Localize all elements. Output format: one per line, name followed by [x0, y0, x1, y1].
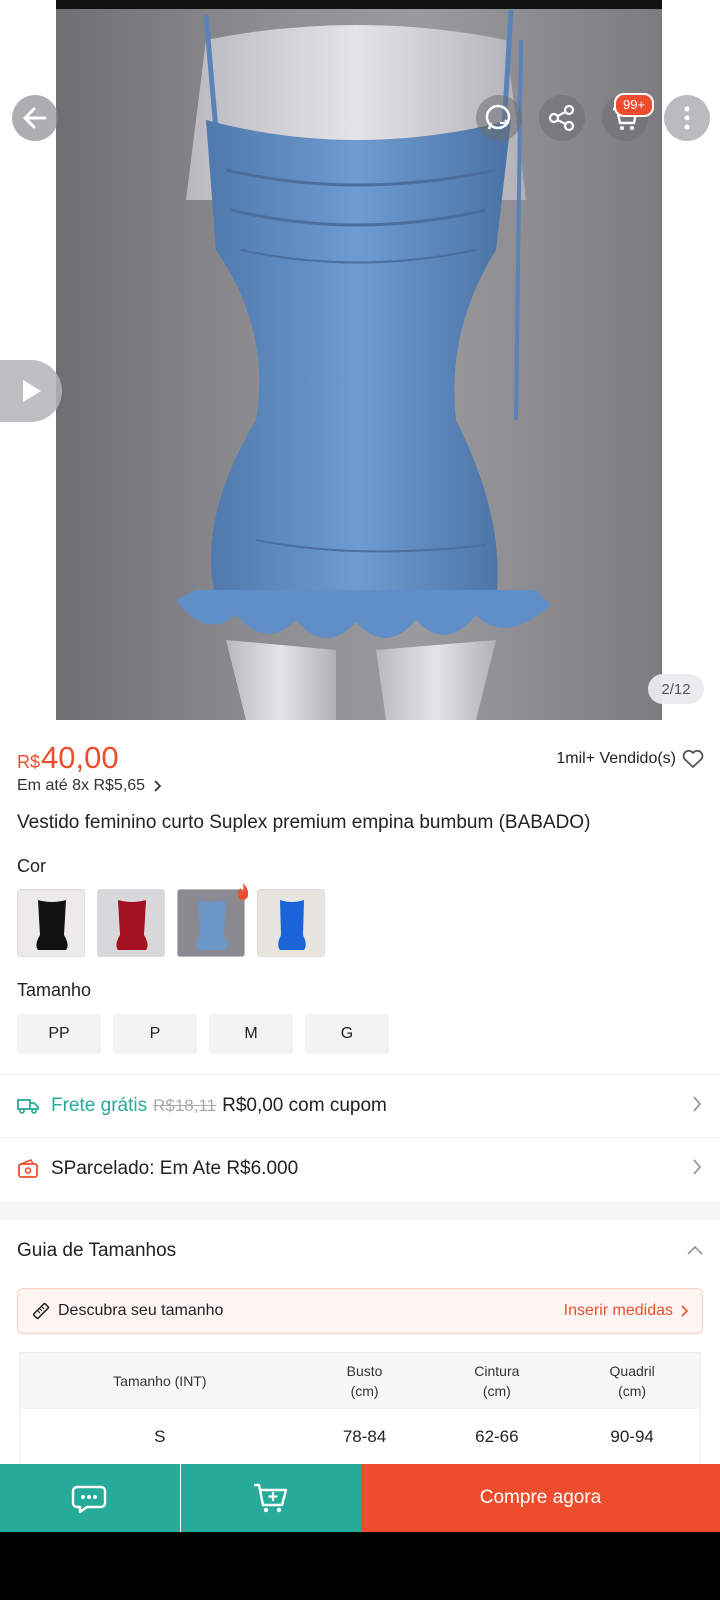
add-to-cart-button[interactable]: [181, 1464, 361, 1532]
system-nav-bar: [0, 1532, 720, 1600]
column-header: Cintura (cm): [429, 1352, 565, 1409]
section-divider: [0, 1202, 720, 1220]
column-header: Tamanho (INT): [19, 1352, 300, 1409]
add-to-cart-icon: [254, 1483, 288, 1513]
financing-label: SParcelado: Em Ate R$6.000: [51, 1158, 299, 1179]
whatsapp-share-button[interactable]: [476, 95, 522, 141]
free-shipping-label: Frete grátis: [51, 1095, 148, 1116]
buy-now-button[interactable]: Compre agora: [361, 1464, 720, 1532]
chat-icon: [71, 1485, 107, 1514]
column-header: Busto (cm): [299, 1352, 430, 1409]
favorite-button[interactable]: [682, 749, 704, 774]
chevron-right-icon: [681, 1305, 688, 1317]
chevron-up-icon: [687, 1245, 703, 1255]
size-table: Tamanho (INT) Busto (cm) Cintura (cm) Quad…: [19, 1352, 701, 1465]
size-option-pp[interactable]: PP: [17, 1014, 101, 1054]
play-video-button[interactable]: [0, 360, 62, 422]
insert-measurements-text: Inserir medidas: [563, 1302, 673, 1319]
color-swatch-black[interactable]: [17, 889, 85, 957]
back-button[interactable]: [12, 95, 58, 141]
size-options: PP P M G: [17, 1014, 389, 1054]
cart-count-badge: 99+: [614, 93, 655, 117]
product-title: Vestido feminino curto Suplex premium em…: [17, 812, 591, 833]
product-price: R$ 40,00: [17, 740, 119, 776]
shipping-offer: R$0,00 com cupom: [222, 1095, 387, 1116]
installments-text: Em até 8x R$5,65: [17, 777, 146, 794]
size-label: Tamanho: [17, 980, 92, 1000]
discover-size-label: Descubra seu tamanho: [58, 1302, 224, 1319]
wallet-icon: [18, 1159, 38, 1178]
chevron-right-icon: [154, 780, 162, 792]
ruler-icon: [32, 1302, 50, 1320]
size-option-m[interactable]: M: [209, 1014, 293, 1054]
sold-count: 1mil+ Vendido(s): [556, 750, 676, 767]
play-icon: [23, 380, 41, 402]
color-swatches: [17, 889, 325, 957]
financing-row[interactable]: SParcelado: Em Ate R$6.000: [0, 1137, 720, 1200]
chat-button[interactable]: [0, 1464, 180, 1532]
bottom-action-bar: Compre agora: [0, 1464, 720, 1532]
share-button[interactable]: [539, 95, 585, 141]
size-option-p[interactable]: P: [113, 1014, 197, 1054]
table-cell: 78-84: [299, 1408, 430, 1465]
table-header-row: Tamanho (INT) Busto (cm) Cintura (cm) Quad…: [19, 1352, 701, 1409]
column-header: Quadril (cm): [564, 1352, 701, 1409]
discover-size-banner[interactable]: Descubra seu tamanho Inserir medidas: [17, 1288, 703, 1334]
color-swatch-royal-blue[interactable]: [257, 889, 325, 957]
price-amount: 40,00: [41, 740, 119, 775]
arrow-left-icon: [23, 107, 47, 129]
installments-link[interactable]: Em até 8x R$5,65: [17, 777, 162, 795]
size-option-g[interactable]: G: [305, 1014, 389, 1054]
image-counter: 2/12: [648, 674, 704, 704]
shipping-row[interactable]: Frete grátis R$18,11 R$0,00 com cupom: [0, 1074, 720, 1137]
heart-icon: [682, 749, 704, 768]
photo-top-strip: [56, 0, 662, 9]
more-vertical-icon: [684, 106, 690, 130]
chevron-right-icon: [693, 1096, 702, 1112]
size-guide-title[interactable]: Guia de Tamanhos: [17, 1240, 176, 1262]
fire-icon: [235, 882, 251, 907]
table-cell: S: [19, 1408, 300, 1465]
product-gallery[interactable]: 99+ 2/12: [0, 0, 720, 720]
table-row: S 78-84 62-66 90-94: [19, 1408, 701, 1465]
truck-icon: [17, 1099, 39, 1114]
whatsapp-icon: [485, 104, 511, 130]
shipping-old-price: R$18,11: [153, 1096, 217, 1115]
chevron-right-icon: [693, 1159, 702, 1175]
table-cell: 90-94: [564, 1408, 701, 1465]
color-swatch-red[interactable]: [97, 889, 165, 957]
more-options-button[interactable]: [664, 95, 710, 141]
color-label: Cor: [17, 856, 47, 876]
insert-measurements-link[interactable]: Inserir medidas: [564, 1302, 688, 1320]
collapse-button[interactable]: [686, 1243, 704, 1261]
share-icon: [548, 104, 575, 132]
price-currency: R$: [17, 752, 41, 772]
table-cell: 62-66: [429, 1408, 565, 1465]
